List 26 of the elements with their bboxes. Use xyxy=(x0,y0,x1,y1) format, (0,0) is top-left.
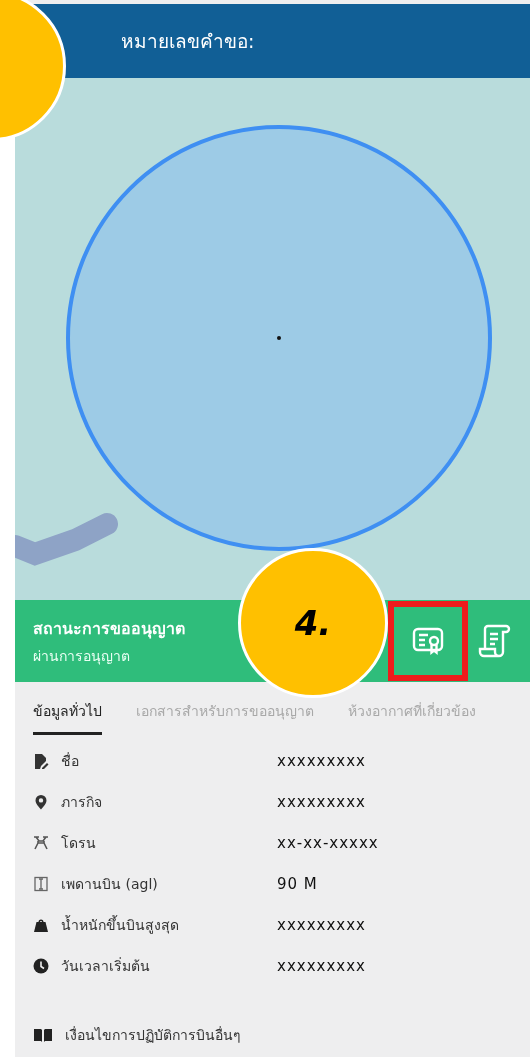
request-number-title: หมายเลขคำขอ: xyxy=(121,29,255,54)
center-dot xyxy=(277,336,281,340)
detail-label: ชื่อ xyxy=(61,751,80,771)
detail-label: วันเวลาเริ่มต้น xyxy=(61,956,151,976)
conditions-link[interactable]: เงื่อนไขการปฏิบัติการบินอื่นๆ xyxy=(65,1024,281,1046)
detail-value: 90 M xyxy=(277,875,318,893)
height-icon xyxy=(33,876,49,892)
book-icon xyxy=(33,1027,53,1043)
detail-value: xxxxxxxxx xyxy=(277,916,366,934)
clock-icon xyxy=(33,958,49,974)
detail-value: xxxxxxxxx xyxy=(277,957,366,975)
detail-value: xx-xx-xxxxx xyxy=(277,834,379,852)
weight-icon xyxy=(33,917,49,933)
detail-value: xxxxxxxxx xyxy=(277,793,366,811)
location-pin-icon xyxy=(33,794,49,810)
drone-icon xyxy=(33,835,49,851)
document-scroll-icon[interactable] xyxy=(478,622,512,660)
detail-label: ภารกิจ xyxy=(61,793,103,812)
tab[interactable]: ข้อมูลทั่วไป xyxy=(33,700,102,735)
detail-value: xxxxxxxxx xyxy=(277,752,366,770)
detail-label: น้ำหนักขึ้นบินสูงสุด xyxy=(61,914,180,936)
status-value: ผ่านการอนุญาต xyxy=(33,646,130,667)
status-title: สถานะการขออนุญาต xyxy=(33,617,185,641)
detail-label: เพดานบิน (agl) xyxy=(61,875,159,894)
edit-document-icon xyxy=(33,753,49,769)
detail-label: โดรน xyxy=(61,834,97,853)
